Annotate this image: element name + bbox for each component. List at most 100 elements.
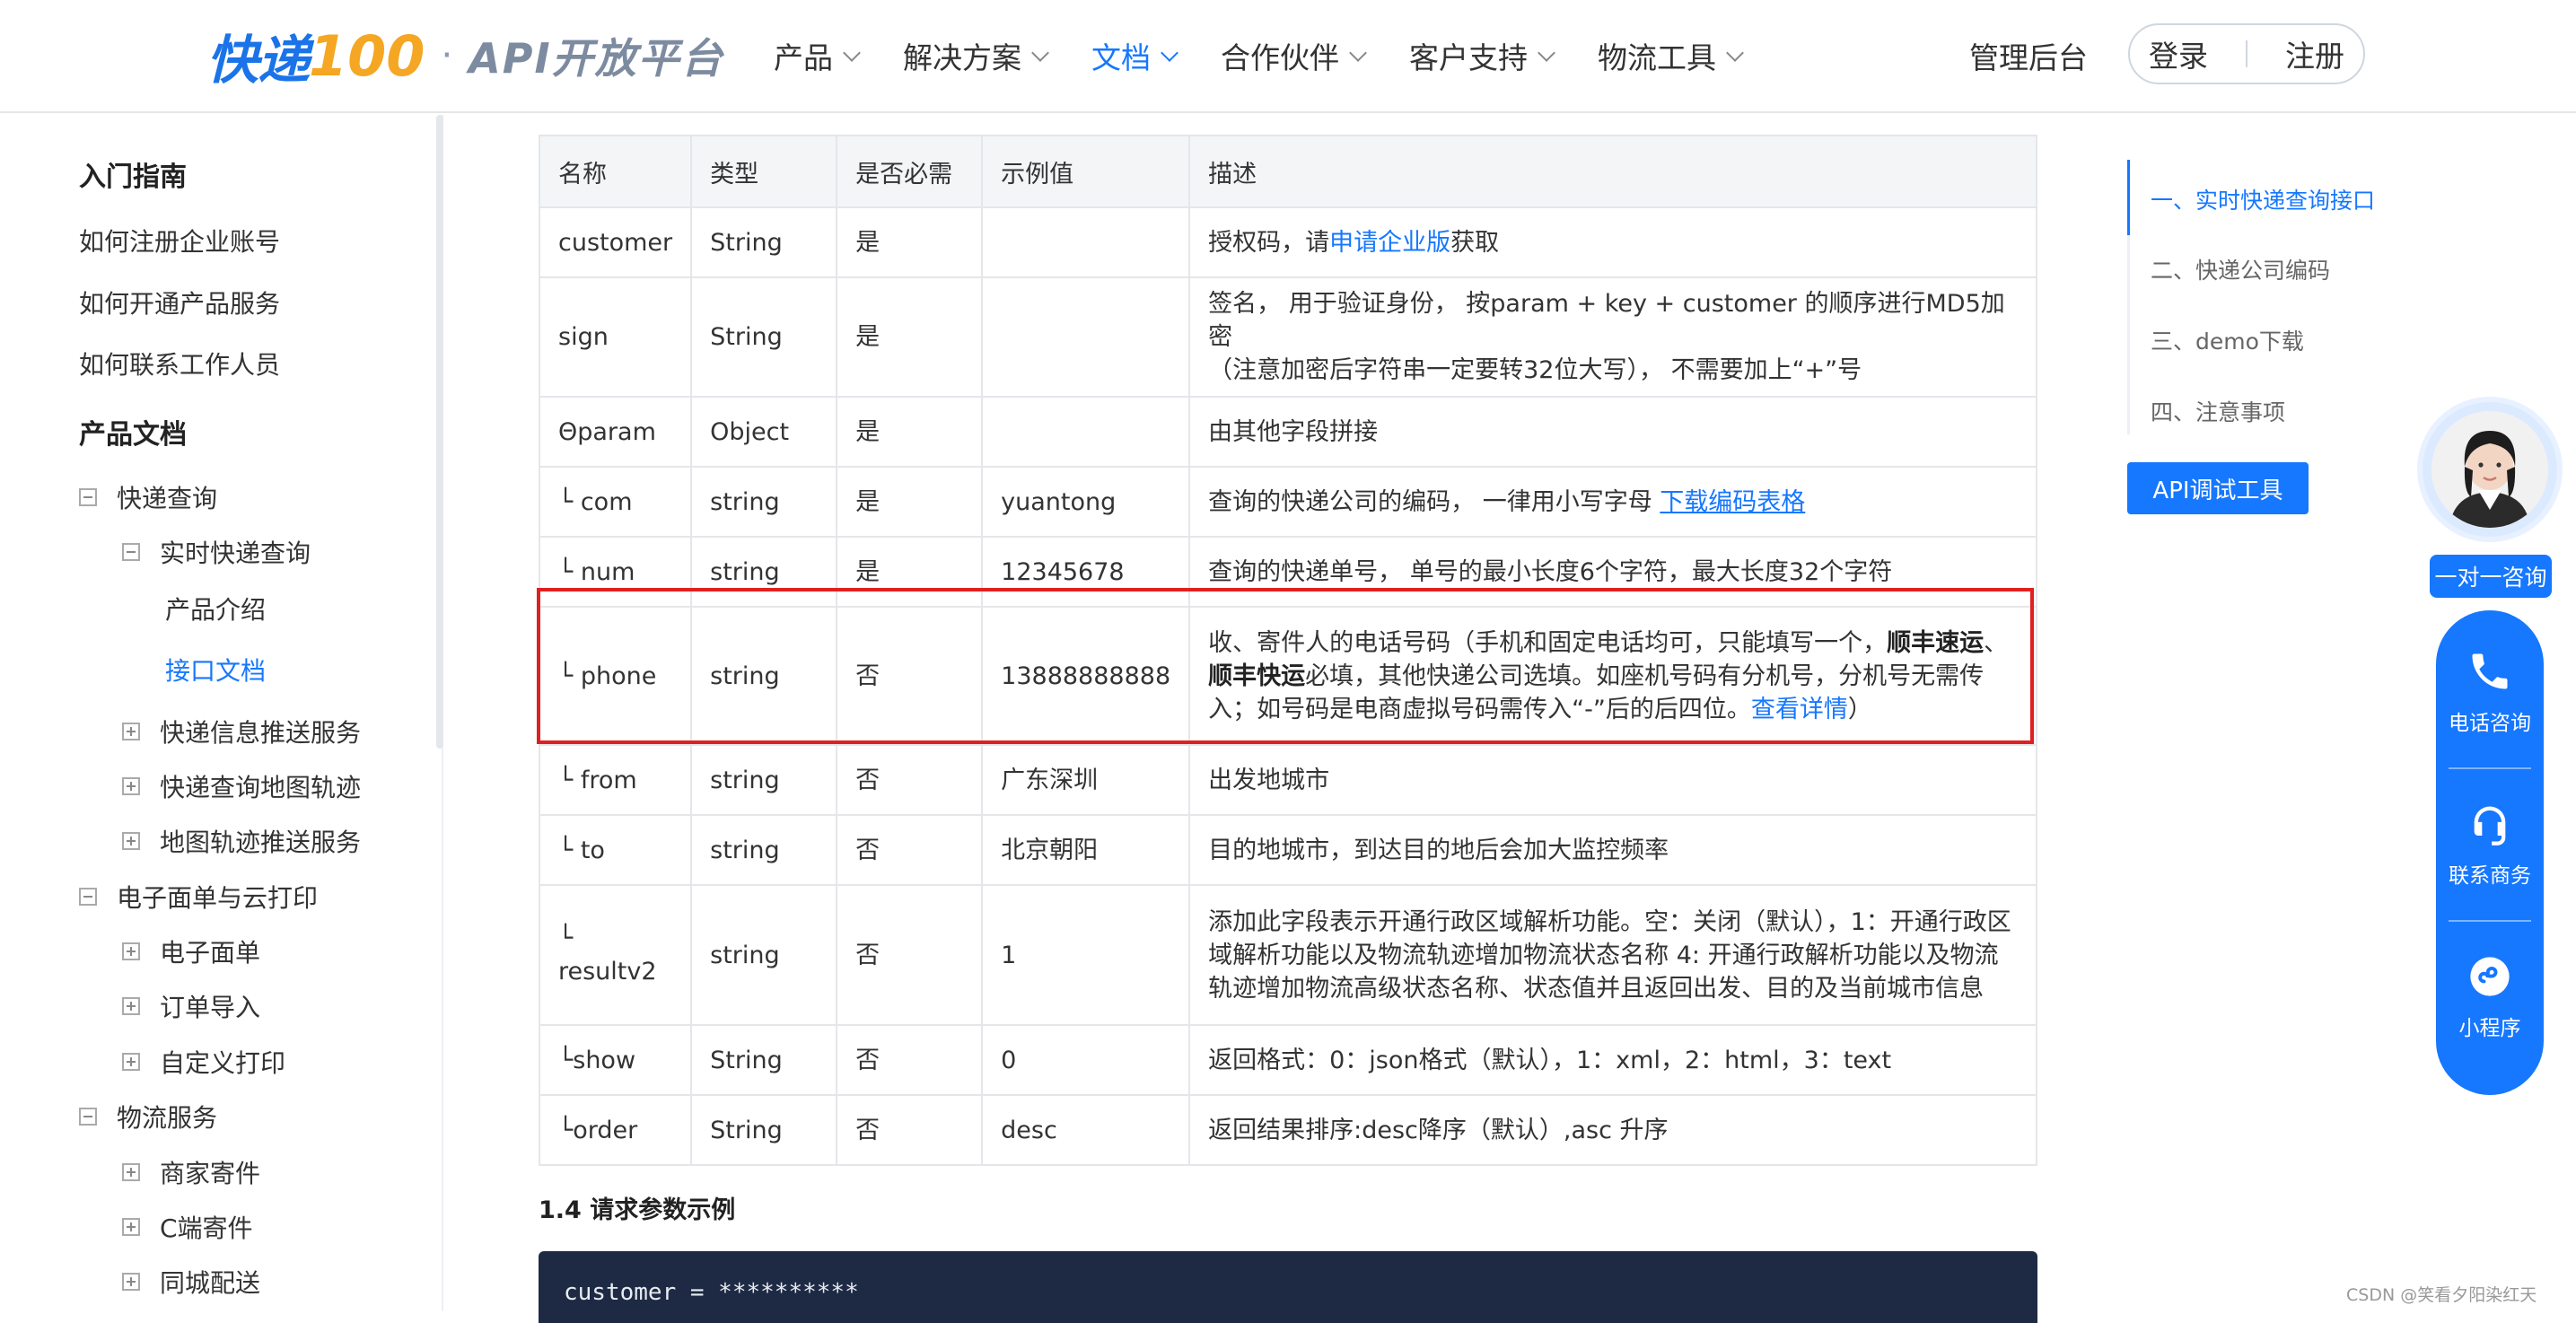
table-row: └ num string 是 12345678 查询的快递单号， 单号的最小长度… (538, 536, 2037, 608)
csdn-watermark: CSDN @笑看夕阳染红天 (2346, 1285, 2537, 1305)
tree-city-delivery[interactable]: 同城配送 (122, 1264, 260, 1300)
collapse-icon[interactable] (122, 543, 140, 561)
col-description: 描述 (1188, 135, 2037, 208)
phone-consult-button[interactable]: 电话咨询 (2436, 648, 2544, 736)
site-logo[interactable]: 快递 100 · API开放平台 (206, 20, 724, 92)
name-prefix: └ (558, 924, 574, 952)
tree-map-track[interactable]: 快递查询地图轨迹 (122, 768, 361, 804)
auth-divider (2246, 40, 2247, 67)
table-row: └ from string 否 广东深圳 出发地城市 (538, 744, 2037, 816)
mini-program-button[interactable]: 小程序 (2436, 953, 2544, 1041)
collapse-icon[interactable] (79, 1108, 97, 1126)
doc-content: 名称 类型 是否必需 示例值 描述 customer String 是 授权码，… (538, 135, 2037, 1166)
tree-merchant-ship[interactable]: 商家寄件 (122, 1154, 260, 1190)
tree-realtime-query[interactable]: 实时快递查询 (122, 534, 311, 570)
tree-express-query[interactable]: 快递查询 (79, 479, 217, 515)
tree-label: 自定义打印 (160, 1048, 286, 1078)
cell-type: Object (690, 396, 838, 468)
float-divider (2449, 767, 2531, 769)
cell-name: Θparam (538, 396, 693, 468)
consultant-avatar[interactable] (2431, 411, 2548, 528)
cell-name: └ to (538, 814, 693, 886)
expand-icon[interactable] (122, 1163, 140, 1181)
nav-solutions[interactable]: 解决方案 (903, 34, 1049, 77)
cell-type: string (690, 744, 838, 816)
cell-name: └ com (538, 466, 693, 538)
cell-required: 是 (836, 466, 984, 538)
toc-item-company-codes[interactable]: 二、快递公司编码 (2151, 253, 2330, 285)
tree-label: 电子面单与云打印 (117, 883, 319, 913)
tree-logistics[interactable]: 物流服务 (79, 1099, 217, 1135)
tree-eorder-print[interactable]: 电子面单与云打印 (79, 879, 318, 915)
cell-example: 13888888888 (981, 606, 1191, 746)
col-name: 名称 (538, 135, 693, 208)
page-toc: 一、实时快递查询接口 二、快递公司编码 三、demo下载 四、注意事项 (2127, 160, 2396, 434)
nav-support[interactable]: 客户支持 (1409, 34, 1555, 77)
one-on-one-consult-button[interactable]: 一对一咨询 (2430, 555, 2552, 598)
param-table: 名称 类型 是否必需 示例值 描述 customer String 是 授权码，… (538, 135, 2037, 1166)
cell-description: 签名， 用于验证身份， 按param + key + customer 的顺序进… (1188, 276, 2037, 398)
toc-item-notes[interactable]: 四、注意事项 (2151, 395, 2285, 427)
nav-tools[interactable]: 物流工具 (1598, 34, 1744, 77)
cell-required: 否 (836, 744, 984, 816)
admin-link[interactable]: 管理后台 (1969, 34, 2088, 77)
cell-name: sign (538, 276, 693, 398)
table-row: Θparam Object 是 由其他字段拼接 (538, 396, 2037, 468)
expand-icon[interactable] (122, 723, 140, 740)
cell-example: 1 (981, 884, 1191, 1026)
cell-example (981, 276, 1191, 398)
sidebar-scrollbar[interactable] (436, 115, 443, 749)
col-type: 类型 (690, 135, 838, 208)
tree-label: 电子面单 (160, 938, 261, 968)
expand-icon[interactable] (122, 942, 140, 960)
download-code-table-link[interactable]: 下载编码表格 (1660, 488, 1805, 516)
sidebar-link-contact[interactable]: 如何联系工作人员 (79, 346, 280, 381)
register-button[interactable]: 注册 (2285, 32, 2344, 75)
nav-products[interactable]: 产品 (774, 34, 861, 77)
cell-example (981, 206, 1191, 278)
sidebar-section-intro: 入门指南 (79, 162, 187, 193)
view-details-link[interactable]: 查看详情 (1751, 696, 1848, 723)
nav-docs[interactable]: 文档 (1091, 34, 1178, 77)
mini-program-icon (2470, 957, 2510, 996)
tree-label: 物流服务 (117, 1103, 218, 1133)
name-text: resultv2 (558, 958, 657, 986)
contact-business-button[interactable]: 联系商务 (2436, 801, 2544, 889)
tree-leaf-api-doc[interactable]: 接口文档 (165, 652, 266, 688)
cell-name: └ num (538, 536, 693, 608)
sidebar-link-register[interactable]: 如何注册企业账号 (79, 223, 280, 258)
tree-order-import[interactable]: 订单导入 (122, 988, 260, 1024)
tree-map-push[interactable]: 地图轨迹推送服务 (122, 823, 361, 859)
tree-custom-print[interactable]: 自定义打印 (122, 1044, 285, 1080)
tree-label: 快递查询 (117, 484, 218, 513)
tree-eorder[interactable]: 电子面单 (122, 933, 260, 969)
expand-icon[interactable] (122, 997, 140, 1015)
tree-leaf-intro[interactable]: 产品介绍 (165, 591, 266, 626)
tree-push-service[interactable]: 快递信息推送服务 (122, 714, 361, 749)
tree-label: 商家寄件 (160, 1159, 261, 1188)
apply-enterprise-link[interactable]: 申请企业版 (1329, 229, 1450, 257)
collapse-icon[interactable] (79, 888, 97, 906)
expand-icon[interactable] (122, 1053, 140, 1071)
logo-subtitle: API开放平台 (469, 34, 724, 83)
expand-icon[interactable] (122, 832, 140, 850)
api-debug-tool-button[interactable]: API调试工具 (2127, 462, 2309, 514)
cell-description: 添加此字段表示开通行政区域解析功能。空：关闭（默认），1：开通行政区域解析功能以… (1188, 884, 2037, 1026)
chevron-down-icon (1726, 44, 1744, 62)
desc-bold: 顺丰速运 (1887, 628, 1985, 657)
expand-icon[interactable] (122, 1273, 140, 1291)
top-header: 快递 100 · API开放平台 产品 解决方案 文档 合作伙伴 客户支持 物流… (0, 0, 2576, 113)
tree-c-ship[interactable]: C端寄件 (122, 1209, 253, 1245)
expand-icon[interactable] (122, 777, 140, 795)
nav-partners[interactable]: 合作伙伴 (1221, 34, 1367, 77)
expand-icon[interactable] (122, 1218, 140, 1236)
cell-type: string (690, 606, 838, 746)
cell-required: 是 (836, 396, 984, 468)
cell-example: 北京朝阳 (981, 814, 1191, 886)
login-button[interactable]: 登录 (2149, 32, 2208, 75)
toc-item-demo-download[interactable]: 三、demo下载 (2151, 324, 2304, 356)
float-label: 小程序 (2458, 1017, 2521, 1040)
collapse-icon[interactable] (79, 488, 97, 506)
sidebar-link-activate[interactable]: 如何开通产品服务 (79, 285, 280, 320)
toc-item-realtime-api[interactable]: 一、实时快递查询接口 (2151, 183, 2375, 215)
